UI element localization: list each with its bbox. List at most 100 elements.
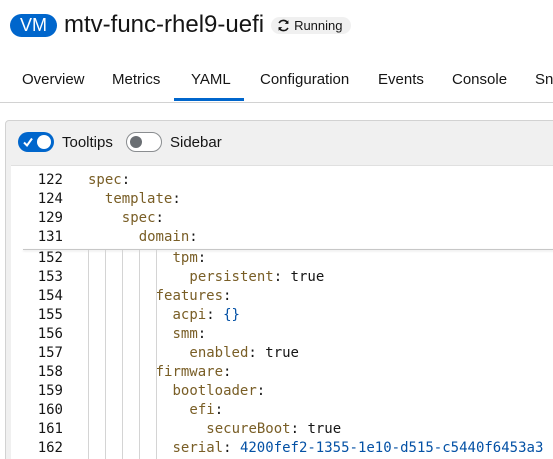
tab-snapshots[interactable]: Sn bbox=[535, 58, 553, 102]
indent-guide bbox=[104, 250, 106, 459]
code-line[interactable]: 122 spec: bbox=[11, 172, 553, 191]
code-line[interactable]: 152 tpm: bbox=[11, 250, 553, 269]
code-content: enabled: true bbox=[189, 345, 299, 361]
code-content: serial: 4200fef2-1355-1e10-d515-c5440f64… bbox=[173, 440, 544, 456]
code-line[interactable]: 129 spec: bbox=[11, 210, 553, 229]
yaml-key: secureBoot bbox=[206, 421, 291, 437]
yaml-colon: : bbox=[197, 326, 215, 342]
tab-events[interactable]: Events bbox=[378, 58, 424, 102]
code-content: spec: bbox=[122, 210, 173, 226]
code-content: bootloader: bbox=[173, 383, 274, 399]
yaml-colon: : bbox=[290, 421, 308, 437]
code-line[interactable]: 153 persistent: true bbox=[11, 269, 553, 288]
page-header: VM mtv-func-rhel9-uefi Running bbox=[10, 8, 351, 42]
yaml-key: efi bbox=[189, 402, 215, 418]
line-number: 155 bbox=[37, 307, 63, 323]
code-content: smm: bbox=[173, 326, 215, 342]
yaml-key: bootloader bbox=[172, 383, 257, 399]
yaml-colon: : bbox=[223, 288, 240, 304]
yaml-editor[interactable]: 122 spec: 124 template: 129 spec: 131 domain… bbox=[11, 165, 553, 459]
yaml-panel: Tooltips Sidebar 122 spec: 124 template: 1… bbox=[5, 120, 553, 459]
line-number: 158 bbox=[37, 364, 63, 380]
page-title: mtv-func-rhel9-uefi bbox=[64, 11, 265, 38]
check-icon bbox=[23, 137, 33, 148]
line-number: 122 bbox=[37, 172, 63, 188]
code-line[interactable]: 124 template: bbox=[11, 191, 553, 210]
tab-metrics[interactable]: Metrics bbox=[112, 58, 160, 102]
yaml-colon: : bbox=[273, 269, 291, 285]
line-number: 160 bbox=[37, 402, 63, 418]
yaml-key: serial bbox=[172, 440, 224, 456]
yaml-colon: : bbox=[206, 307, 224, 323]
yaml-value: true bbox=[290, 269, 325, 285]
code-line[interactable]: 161 secureBoot: true bbox=[11, 421, 553, 440]
line-number: 156 bbox=[37, 326, 63, 342]
yaml-colon: : bbox=[155, 210, 173, 226]
tooltips-label[interactable]: Tooltips bbox=[62, 134, 113, 151]
line-number: 159 bbox=[37, 383, 63, 399]
yaml-key: acpi bbox=[172, 307, 207, 323]
yaml-colon: : bbox=[197, 250, 215, 266]
sidebar-label[interactable]: Sidebar bbox=[170, 134, 222, 151]
tooltips-switch[interactable] bbox=[18, 132, 54, 152]
yaml-colon: : bbox=[248, 345, 266, 361]
code-line[interactable]: 131 domain: bbox=[11, 229, 553, 248]
line-number: 154 bbox=[37, 288, 63, 304]
code-content: acpi: {} bbox=[173, 307, 240, 323]
code-line[interactable]: 154 features: bbox=[11, 288, 553, 307]
line-number: 152 bbox=[37, 250, 63, 266]
tab-configuration[interactable]: Configuration bbox=[260, 58, 349, 102]
code-line[interactable]: 158 firmware: bbox=[11, 364, 553, 383]
sidebar-switch[interactable] bbox=[126, 132, 162, 152]
code-line[interactable]: 156 smm: bbox=[11, 326, 553, 345]
code-line[interactable]: 155 acpi: {} bbox=[11, 307, 553, 326]
code-content: firmware: bbox=[156, 364, 240, 380]
yaml-value: true bbox=[265, 345, 299, 361]
indent-guide bbox=[88, 250, 89, 459]
yaml-value: {} bbox=[223, 307, 240, 323]
code-content: secureBoot: true bbox=[206, 421, 341, 437]
yaml-colon: : bbox=[172, 191, 190, 207]
yaml-key: template bbox=[104, 191, 173, 207]
yaml-colon: : bbox=[121, 172, 139, 188]
yaml-colon: : bbox=[214, 402, 232, 418]
code-line[interactable]: 160 efi: bbox=[11, 402, 553, 421]
code-content: domain: bbox=[139, 229, 206, 245]
indent-guide bbox=[138, 250, 140, 459]
active-tab-indicator bbox=[174, 98, 244, 101]
yaml-key: tpm bbox=[172, 250, 198, 266]
yaml-value: 4200fef2-1355-1e10-d515-c5440f6453a3 bbox=[239, 440, 544, 456]
yaml-colon: : bbox=[189, 229, 207, 245]
status-badge: Running bbox=[271, 16, 351, 34]
switch-knob bbox=[130, 136, 142, 148]
yaml-key: domain bbox=[138, 229, 190, 245]
indent-guide bbox=[155, 250, 157, 459]
tab-yaml[interactable]: YAML bbox=[191, 58, 231, 102]
line-number: 161 bbox=[37, 421, 63, 437]
sync-icon bbox=[278, 19, 289, 31]
yaml-key: spec bbox=[121, 210, 156, 226]
yaml-colon: : bbox=[223, 364, 240, 380]
code-line[interactable]: 157 enabled: true bbox=[11, 345, 553, 364]
yaml-key: firmware bbox=[155, 364, 224, 380]
editor-toolbar: Tooltips Sidebar bbox=[6, 121, 553, 165]
tab-console[interactable]: Console bbox=[452, 58, 507, 102]
yaml-key: smm bbox=[172, 326, 198, 342]
tab-overview[interactable]: Overview bbox=[22, 58, 85, 102]
yaml-key: persistent bbox=[189, 269, 274, 285]
code-line[interactable]: 162 serial: 4200fef2-1355-1e10-d515-c5440… bbox=[11, 440, 553, 459]
line-number: 124 bbox=[37, 191, 63, 207]
line-number: 131 bbox=[37, 229, 63, 245]
status-text: Running bbox=[294, 17, 343, 33]
yaml-key: spec bbox=[88, 172, 122, 188]
code-content: persistent: true bbox=[189, 269, 324, 285]
yaml-key: features bbox=[155, 288, 224, 304]
code-content: efi: bbox=[189, 402, 231, 418]
yaml-value: true bbox=[307, 421, 342, 437]
yaml-key: enabled bbox=[189, 345, 249, 361]
indent-guide bbox=[121, 250, 123, 459]
line-number: 129 bbox=[37, 210, 63, 226]
code-content: spec: bbox=[88, 172, 139, 188]
code-line[interactable]: 159 bootloader: bbox=[11, 383, 553, 402]
yaml-colon: : bbox=[256, 383, 274, 399]
